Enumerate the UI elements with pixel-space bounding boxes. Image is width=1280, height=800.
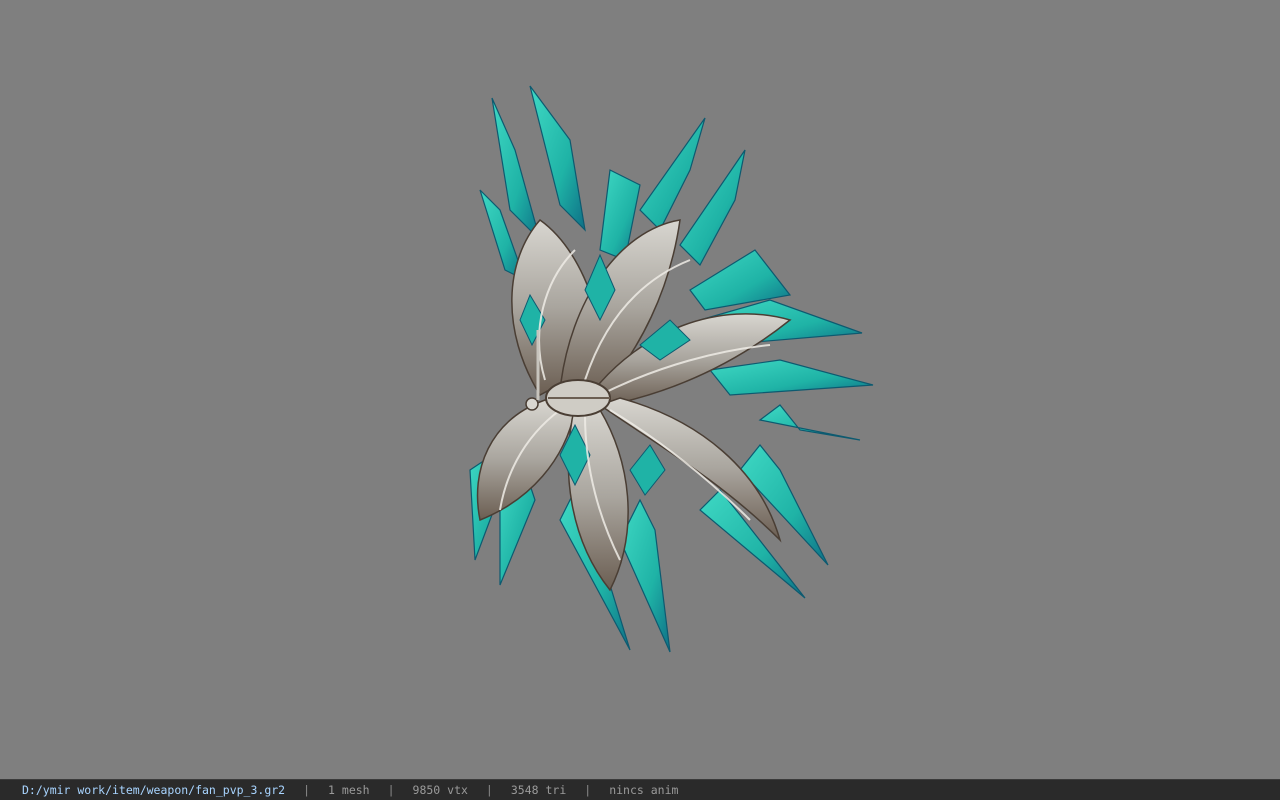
vertex-count-label: 9850 vtx bbox=[412, 783, 468, 797]
3d-viewport[interactable] bbox=[0, 0, 1280, 779]
status-separator: | bbox=[485, 783, 493, 797]
status-bar: D:/ymir work/item/weapon/fan_pvp_3.gr2 |… bbox=[0, 779, 1280, 800]
ornate-fan-model-icon bbox=[469, 85, 874, 653]
status-separator: | bbox=[303, 783, 311, 797]
animation-status-label: nincs anim bbox=[609, 783, 679, 797]
file-path-label: D:/ymir work/item/weapon/fan_pvp_3.gr2 bbox=[22, 783, 286, 797]
status-separator: | bbox=[584, 783, 592, 797]
triangle-count-label: 3548 tri bbox=[510, 783, 567, 797]
mesh-count-label: 1 mesh bbox=[328, 783, 370, 797]
status-separator: | bbox=[387, 783, 395, 797]
